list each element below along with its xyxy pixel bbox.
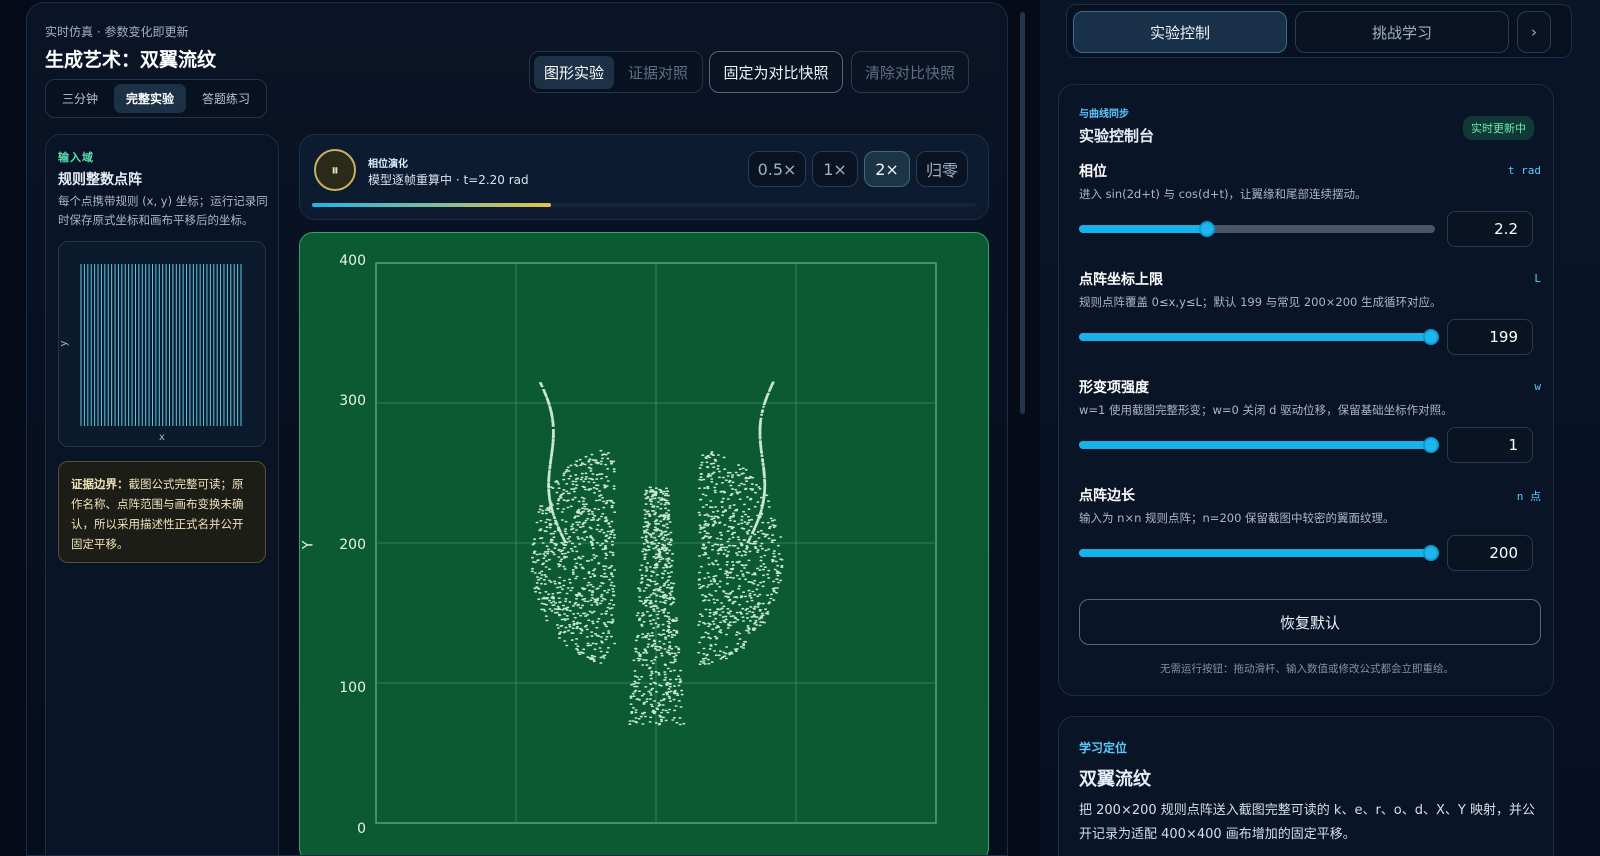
mode-three-min[interactable]: 三分钟 bbox=[50, 84, 110, 113]
control-desc: 进入 sin(2d+t) 与 cos(d+t)，让翼缘和尾部连续摆动。 bbox=[1079, 186, 1366, 202]
input-desc: 每个点携带规则 (x, y) 坐标；运行记录同时保存原式坐标和画布平移后的坐标。 bbox=[58, 192, 270, 230]
control-slider-fill bbox=[1079, 549, 1431, 557]
control-unit: L bbox=[1534, 272, 1541, 285]
pattern-points bbox=[532, 382, 783, 724]
page-title: 生成艺术：双翼流纹 bbox=[45, 45, 216, 72]
learn-desc: 把 200×200 规则点阵送入截图完整可读的 k、e、r、o、d、X、Y 映射… bbox=[1079, 799, 1541, 847]
control-label: 形变项强度 bbox=[1079, 377, 1149, 397]
control-slider-handle[interactable] bbox=[1423, 437, 1439, 453]
tab-evidence[interactable]: 证据对照 bbox=[618, 56, 698, 89]
control-unit: n 点 bbox=[1517, 488, 1541, 504]
control-slider-handle[interactable] bbox=[1423, 545, 1439, 561]
control-hint: 无需运行按钮：拖动滑杆、输入数值或修改公式都会立即重绘。 bbox=[1059, 661, 1555, 676]
side-tabs: 实验控制 挑战学习 › bbox=[1066, 4, 1572, 58]
mode-full[interactable]: 完整实验 bbox=[114, 84, 186, 113]
tab-challenge[interactable]: 挑战学习 bbox=[1295, 11, 1509, 53]
evidence-note: 证据边界：截图公式完整可读；原作名称、点阵范围与画布变换未确认，所以采用描述性正… bbox=[58, 461, 266, 563]
control-desc: w=1 使用截图完整形变；w=0 关闭 d 驱动位移，保留基础坐标作对照。 bbox=[1079, 402, 1453, 418]
pattern-chart bbox=[300, 233, 989, 856]
plot-area: 400 300 200 100 0 Y bbox=[299, 232, 989, 856]
y-tick-0: 0 bbox=[326, 821, 366, 837]
tab-graph[interactable]: 图形实验 bbox=[534, 56, 614, 89]
learn-kicker: 学习定位 bbox=[1079, 739, 1127, 756]
control-slider-fill bbox=[1079, 333, 1431, 341]
y-axis-label: Y bbox=[300, 541, 316, 550]
learn-title: 双翼流纹 bbox=[1079, 765, 1151, 791]
control-number-input[interactable]: 2.2 bbox=[1447, 211, 1533, 247]
tabs-next-icon[interactable]: › bbox=[1517, 11, 1551, 53]
y-tick-300: 300 bbox=[326, 393, 366, 409]
control-label: 点阵坐标上限 bbox=[1079, 269, 1163, 289]
control-number-input[interactable]: 199 bbox=[1447, 319, 1533, 355]
control-number-input[interactable]: 1 bbox=[1447, 427, 1533, 463]
control-card: 与曲线同步 实验控制台 实时更新中 相位 t rad 进入 sin(2d+t) … bbox=[1058, 84, 1554, 696]
input-domain-card: 输入域 规则整数点阵 每个点携带规则 (x, y) 坐标；运行记录同时保存原式坐… bbox=[45, 134, 279, 856]
scrollbar[interactable] bbox=[1020, 12, 1025, 414]
control-row: 点阵坐标上限 L 规则点阵覆盖 0≤x,y≤L；默认 199 与常见 200×2… bbox=[1079, 269, 1541, 369]
lattice-chart bbox=[59, 242, 267, 448]
control-row: 形变项强度 w w=1 使用截图完整形变；w=0 关闭 d 驱动位移，保留基础坐… bbox=[1079, 377, 1541, 477]
control-slider-handle[interactable] bbox=[1199, 221, 1215, 237]
phase-progress bbox=[312, 203, 976, 207]
speed-2x-button[interactable]: 2× bbox=[864, 151, 910, 187]
control-number-input[interactable]: 200 bbox=[1447, 535, 1533, 571]
header-kicker: 实时仿真 · 参数变化即更新 bbox=[45, 23, 188, 40]
experiment-panel: 实时仿真 · 参数变化即更新 生成艺术：双翼流纹 三分钟 完整实验 答题练习 图… bbox=[26, 2, 1008, 856]
speed-half-button[interactable]: 0.5× bbox=[748, 151, 806, 187]
control-slider[interactable] bbox=[1079, 549, 1435, 557]
evidence-note-strong: 证据边界： bbox=[71, 477, 129, 491]
control-slider[interactable] bbox=[1079, 441, 1435, 449]
control-slider-fill bbox=[1079, 225, 1207, 233]
player-bar: ⏸ 相位演化 模型逐帧重算中 · t=2.20 rad 0.5× 1× 2× 归… bbox=[299, 134, 989, 220]
control-slider[interactable] bbox=[1079, 333, 1435, 341]
live-badge: 实时更新中 bbox=[1463, 116, 1534, 140]
control-slider-handle[interactable] bbox=[1423, 329, 1439, 345]
mode-quiz[interactable]: 答题练习 bbox=[190, 84, 262, 113]
control-desc: 输入为 n×n 规则点阵；n=200 保留截图中较密的翼面纹理。 bbox=[1079, 510, 1395, 526]
clear-snapshot-button[interactable]: 清除对比快照 bbox=[851, 51, 969, 93]
speed-1x-button[interactable]: 1× bbox=[812, 151, 858, 187]
control-row: 点阵边长 n 点 输入为 n×n 规则点阵；n=200 保留截图中较密的翼面纹理… bbox=[1079, 485, 1541, 585]
lattice-preview: x y bbox=[58, 241, 266, 447]
view-switch: 图形实验 证据对照 bbox=[529, 51, 703, 93]
reset-phase-button[interactable]: 归零 bbox=[916, 151, 968, 187]
pause-icon[interactable]: ⏸ bbox=[314, 149, 356, 191]
reset-defaults-button[interactable]: 恢复默认 bbox=[1079, 599, 1541, 645]
input-kicker: 输入域 bbox=[58, 149, 94, 165]
control-title: 实验控制台 bbox=[1079, 125, 1154, 146]
y-tick-100: 100 bbox=[326, 680, 366, 696]
tab-experiment-control[interactable]: 实验控制 bbox=[1073, 11, 1287, 53]
control-desc: 规则点阵覆盖 0≤x,y≤L；默认 199 与常见 200×200 生成循环对应… bbox=[1079, 294, 1442, 310]
control-row: 相位 t rad 进入 sin(2d+t) 与 cos(d+t)，让翼缘和尾部连… bbox=[1079, 161, 1541, 261]
lattice-y-label: y bbox=[58, 341, 69, 347]
control-slider-fill bbox=[1079, 441, 1431, 449]
y-tick-200: 200 bbox=[326, 537, 366, 553]
lattice-x-label: x bbox=[159, 432, 165, 443]
input-title: 规则整数点阵 bbox=[58, 169, 142, 189]
control-unit: t rad bbox=[1508, 164, 1541, 177]
control-slider[interactable] bbox=[1079, 225, 1435, 233]
player-status: 模型逐帧重算中 · t=2.20 rad bbox=[368, 171, 529, 188]
control-unit: w bbox=[1534, 380, 1541, 393]
control-label: 相位 bbox=[1079, 161, 1107, 181]
y-tick-400: 400 bbox=[326, 253, 366, 269]
phase-progress-fill bbox=[312, 203, 551, 207]
side-panel: 实验控制 挑战学习 › 与曲线同步 实验控制台 实时更新中 相位 t rad 进… bbox=[1040, 0, 1600, 856]
control-label: 点阵边长 bbox=[1079, 485, 1135, 505]
mode-switch: 三分钟 完整实验 答题练习 bbox=[45, 79, 267, 118]
snapshot-button[interactable]: 固定为对比快照 bbox=[709, 51, 843, 93]
learn-card: 学习定位 双翼流纹 把 200×200 规则点阵送入截图完整可读的 k、e、r、… bbox=[1058, 716, 1554, 856]
control-kicker: 与曲线同步 bbox=[1079, 105, 1129, 120]
player-kicker: 相位演化 bbox=[368, 155, 408, 170]
